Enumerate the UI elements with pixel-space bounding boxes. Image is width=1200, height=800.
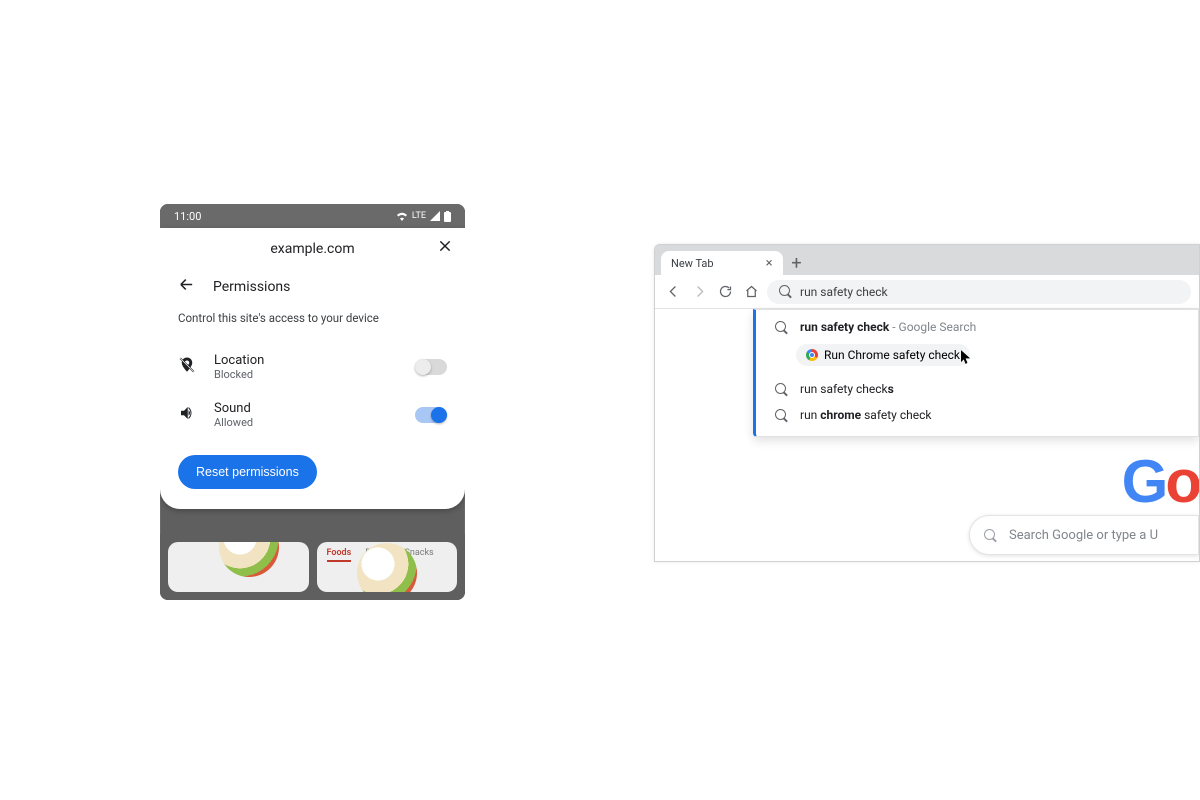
desktop-chrome-screenshot: New Tab × + run safety check Go Search G… bbox=[654, 244, 1200, 562]
omnibox-suggestions: run safety check - Google Search Run Chr… bbox=[753, 309, 1199, 437]
back-icon[interactable] bbox=[663, 282, 683, 302]
location-toggle[interactable] bbox=[415, 359, 447, 375]
action-chip-label: Run Chrome safety check bbox=[824, 348, 960, 362]
location-off-icon bbox=[178, 356, 196, 378]
permission-row-sound: Sound Allowed bbox=[160, 391, 465, 439]
wifi-icon bbox=[396, 211, 408, 221]
suggestion-bold: s bbox=[888, 382, 894, 396]
forward-icon[interactable] bbox=[689, 282, 709, 302]
suggestion-text: run safety check bbox=[800, 320, 889, 334]
new-tab-button[interactable]: + bbox=[785, 251, 809, 275]
permission-name: Sound bbox=[214, 401, 253, 416]
permission-name: Location bbox=[214, 353, 264, 368]
mobile-screenshot: 11:00 LTE Foods Drinks Snacks example.co… bbox=[160, 204, 465, 600]
toolbar: run safety check bbox=[655, 275, 1199, 309]
suggestion-row[interactable]: run chrome safety check bbox=[756, 402, 1198, 428]
permission-state: Blocked bbox=[214, 368, 264, 381]
browser-tab[interactable]: New Tab × bbox=[661, 251, 783, 275]
permissions-subtitle: Control this site's access to your devic… bbox=[160, 311, 465, 343]
suggestion-text: run safety check bbox=[800, 382, 888, 396]
suggestion-suffix: - Google Search bbox=[889, 320, 976, 334]
site-host: example.com bbox=[270, 241, 354, 257]
ntp-search-placeholder: Search Google or type a U bbox=[1009, 528, 1158, 543]
permission-row-location: Location Blocked bbox=[160, 343, 465, 391]
reset-permissions-button[interactable]: Reset permissions bbox=[178, 455, 317, 489]
search-icon bbox=[775, 409, 788, 422]
omnibox[interactable]: run safety check bbox=[767, 280, 1191, 304]
close-icon[interactable] bbox=[437, 238, 453, 258]
battery-icon bbox=[444, 211, 451, 222]
permissions-title: Permissions bbox=[213, 279, 290, 295]
permission-state: Allowed bbox=[214, 416, 253, 429]
background-page: Foods Drinks Snacks bbox=[160, 534, 465, 600]
tab-close-icon[interactable]: × bbox=[766, 256, 773, 271]
suggestion-bold: chrome bbox=[820, 408, 861, 422]
omnibox-action-chip[interactable]: Run Chrome safety check bbox=[796, 344, 970, 366]
bg-tab: Foods bbox=[327, 548, 352, 562]
network-label: LTE bbox=[412, 211, 426, 221]
reload-icon[interactable] bbox=[715, 282, 735, 302]
suggestion-row[interactable]: run safety checks bbox=[756, 376, 1198, 402]
site-permission-sheet: example.com Permissions Control this sit… bbox=[160, 228, 465, 509]
signal-icon bbox=[430, 211, 440, 221]
suggestion-row[interactable]: run safety check - Google Search bbox=[756, 314, 1198, 340]
tab-title: New Tab bbox=[671, 257, 714, 270]
ntp-search-box[interactable]: Search Google or type a U bbox=[969, 515, 1199, 555]
suggestion-text: run bbox=[800, 408, 820, 422]
status-time: 11:00 bbox=[174, 210, 201, 223]
suggestion-suffix: safety check bbox=[861, 408, 931, 422]
search-icon bbox=[775, 321, 788, 334]
tab-strip: New Tab × + bbox=[655, 245, 1199, 275]
chrome-icon bbox=[806, 349, 818, 361]
search-icon bbox=[779, 285, 792, 298]
search-icon bbox=[775, 383, 788, 396]
home-icon[interactable] bbox=[741, 282, 761, 302]
status-bar: 11:00 LTE bbox=[160, 204, 465, 228]
search-icon bbox=[984, 529, 997, 542]
cursor-icon bbox=[961, 350, 972, 368]
omnibox-text: run safety check bbox=[800, 285, 888, 299]
google-logo: Go bbox=[1122, 447, 1199, 516]
sound-icon bbox=[178, 404, 196, 426]
sound-toggle[interactable] bbox=[415, 407, 447, 423]
back-icon[interactable] bbox=[178, 276, 195, 297]
